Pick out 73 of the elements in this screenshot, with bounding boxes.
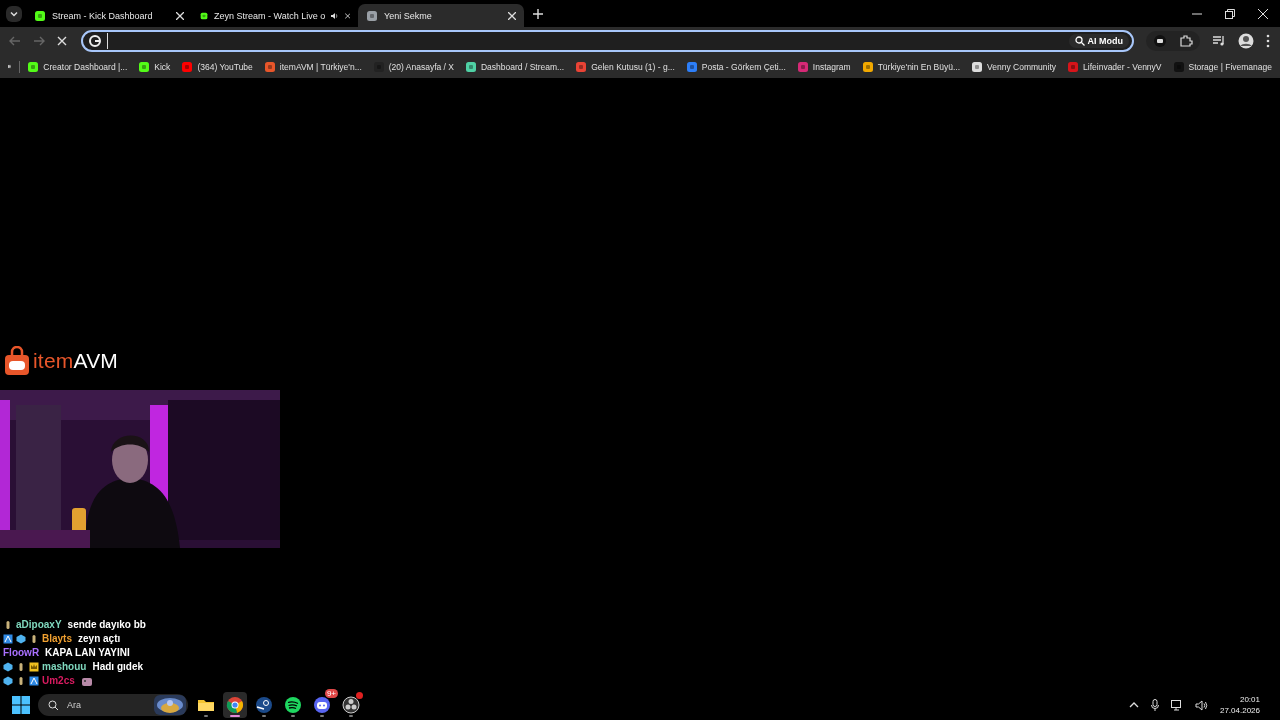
close-icon[interactable] (176, 11, 184, 20)
bookmark[interactable]: itemAVM | Türkiye'n... (263, 60, 362, 73)
crown-badge-icon (29, 661, 39, 672)
bookmark[interactable]: Lifeinvader - VennyV (1067, 60, 1162, 73)
bookmark[interactable]: Kick (138, 60, 171, 73)
speaker-icon[interactable] (1194, 699, 1208, 711)
clock-date: 27.04.2026 (1219, 705, 1260, 716)
recorder-app-icon (341, 695, 361, 715)
bookmark[interactable]: Storage | Fivemanage (1172, 60, 1272, 73)
bookmark[interactable]: (20) Anasayfa / X (372, 60, 454, 73)
extension-icon[interactable] (1153, 34, 1167, 48)
forward-icon[interactable] (33, 35, 45, 47)
music-app-icon (283, 695, 303, 715)
stop-icon[interactable] (57, 36, 67, 46)
back-icon[interactable] (9, 35, 21, 47)
close-icon[interactable] (344, 11, 350, 20)
taskbar-app[interactable] (223, 692, 247, 718)
close-icon[interactable] (508, 11, 516, 20)
clock-time: 20:01 (1239, 694, 1260, 705)
chat-message: sende dayıko bb (67, 619, 146, 630)
gem-badge-icon (3, 675, 13, 686)
chat-username: FloowR (3, 647, 40, 658)
chat-message: zeyn açtı (78, 633, 121, 644)
bookmark[interactable]: Creator Dashboard |... (27, 60, 128, 73)
address-bar[interactable]: AI Modu (81, 30, 1134, 52)
chat-username: aDipoaxY (16, 619, 62, 630)
bookmark[interactable]: Dashboard / Stream... (465, 60, 565, 73)
microphone-badge-icon (16, 661, 26, 672)
bookmark[interactable]: Venny Community (971, 60, 1057, 73)
microphone-badge-icon (29, 633, 39, 644)
search-icon (1074, 36, 1085, 46)
extensions-icon[interactable] (1179, 34, 1193, 48)
tab-search-button[interactable] (6, 5, 22, 22)
search-input[interactable]: Ara (65, 699, 148, 711)
chat-username: Um2cs (42, 675, 75, 686)
profile-avatar-icon[interactable] (1238, 33, 1254, 49)
chat-username: Blayts (42, 633, 72, 644)
media-control-icon[interactable] (1212, 34, 1226, 48)
network-icon[interactable] (1170, 699, 1183, 711)
steam-app-icon (254, 695, 274, 715)
menu-icon[interactable] (1266, 34, 1270, 48)
chat-message: Hadı gıdek (92, 661, 144, 672)
bookmark[interactable]: Türkiye'nin En Büyü... (861, 60, 961, 73)
bookmark[interactable]: Gelen Kutusu (1) - g... (575, 60, 675, 73)
browser-tab[interactable]: Zeyn Stream - Watch Live o (192, 4, 358, 27)
plus-icon (533, 8, 543, 19)
chat-username: mashouu (42, 661, 87, 672)
chevron-up-icon[interactable] (1128, 702, 1139, 708)
chat-message: KAPA LAN YAYINI (45, 647, 130, 658)
chat-app-icon (312, 695, 332, 715)
bookmark[interactable]: Posta - Görkem Çeti... (685, 60, 786, 73)
browser-app-icon (225, 695, 245, 715)
google-icon (89, 35, 101, 47)
shopping-bag-icon (4, 346, 30, 376)
ai-mode-button[interactable]: AI Modu (1068, 34, 1129, 48)
microphone-icon[interactable] (1150, 699, 1159, 711)
bookmark[interactable]: Instagram (796, 60, 851, 73)
search-icon (48, 699, 59, 711)
browser-tab[interactable]: Yeni Sekme (358, 4, 524, 27)
windows-start-icon[interactable] (12, 696, 30, 714)
close-icon[interactable] (1258, 8, 1268, 19)
gem-badge-icon (3, 661, 13, 672)
microphone-badge-icon (3, 619, 13, 630)
taskbar-app[interactable] (339, 692, 363, 718)
restore-icon[interactable] (1225, 8, 1235, 19)
logo-text: itemAVM (33, 349, 119, 373)
speaker-icon[interactable] (331, 10, 339, 21)
notification-count: 9+ (324, 689, 338, 698)
microphone-badge-icon (16, 675, 26, 686)
browser-tab[interactable]: Stream - Kick Dashboard (26, 4, 192, 27)
gem-badge-icon (16, 633, 26, 644)
taskbar-search-field[interactable]: Ara (38, 694, 188, 716)
bookmark[interactable]: (364) YouTube (181, 60, 253, 73)
